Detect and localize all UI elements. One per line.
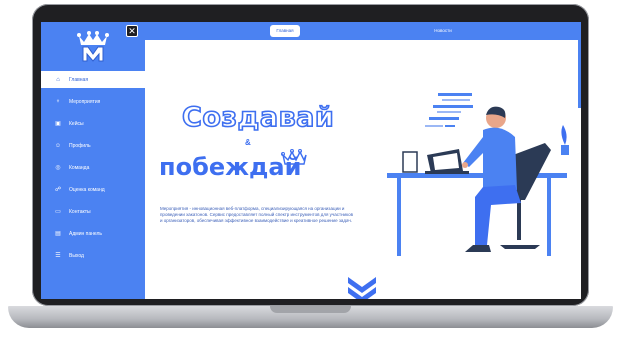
- sidebar-item-label: Кейсы: [69, 120, 84, 127]
- code-lines-decoration: [425, 93, 473, 127]
- trophy-icon: ♆: [55, 98, 61, 105]
- close-icon: ✕: [128, 26, 136, 36]
- sidebar-item-label: Мероприятия: [69, 98, 101, 105]
- sidebar-item-label: Команда: [69, 164, 90, 171]
- briefcase-icon: ▣: [55, 121, 61, 127]
- crown-m-logo[interactable]: [75, 26, 111, 62]
- tab-home[interactable]: Главная: [270, 25, 300, 37]
- developer-at-desk-illustration: [387, 93, 569, 256]
- app-screen: ✕ ⌂ Главная ♆ Мероприятия ▣ Кейсы ☺ Проф…: [41, 22, 581, 299]
- sidebar-item-label: Контакты: [69, 208, 91, 215]
- laptop-base-notch: [270, 306, 351, 313]
- home-icon: ⌂: [56, 76, 60, 83]
- logout-icon: ☰: [55, 253, 61, 259]
- sidebar-item-contacts[interactable]: ▭ Контакты: [41, 203, 145, 220]
- sidebar-item-admin[interactable]: ▤ Админ панель: [41, 225, 145, 242]
- sidebar-item-label: Выход: [69, 252, 84, 259]
- sidebar: ✕ ⌂ Главная ♆ Мероприятия ▣ Кейсы ☺ Проф…: [41, 22, 145, 299]
- sidebar-item-events[interactable]: ♆ Мероприятия: [41, 93, 145, 110]
- top-nav: Главная Новости: [145, 22, 581, 40]
- tab-news[interactable]: Новости: [427, 25, 459, 37]
- page-scrollbar[interactable]: [578, 40, 581, 108]
- user-icon: ☺: [54, 142, 62, 149]
- sidebar-item-logout[interactable]: ☰ Выход: [41, 247, 145, 264]
- team-icon: ◎: [55, 165, 61, 171]
- hero-description: Мероприятия - инновационная веб-платформ…: [160, 206, 353, 223]
- close-sidebar-button[interactable]: ✕: [126, 25, 138, 37]
- sidebar-item-label: Главная: [69, 76, 89, 83]
- admin-icon: ▤: [55, 231, 61, 237]
- sidebar-nav: ⌂ Главная ♆ Мероприятия ▣ Кейсы ☺ Профил…: [41, 71, 145, 269]
- sidebar-item-label: Оценка команд: [69, 186, 105, 193]
- double-chevron-down-icon[interactable]: [346, 275, 378, 299]
- sidebar-item-home[interactable]: ⌂ Главная: [41, 71, 145, 88]
- hero-title-ampersand: &: [245, 138, 251, 147]
- sidebar-item-team-rating[interactable]: ☍ Оценка команд: [41, 181, 145, 198]
- sidebar-item-team[interactable]: ◎ Команда: [41, 159, 145, 176]
- sidebar-item-cases[interactable]: ▣ Кейсы: [41, 115, 145, 132]
- sidebar-item-label: Профиль: [69, 142, 91, 149]
- hero-title-line1: Создавай: [181, 101, 335, 134]
- sidebar-item-profile[interactable]: ☺ Профиль: [41, 137, 145, 154]
- sidebar-item-label: Админ панель: [69, 230, 103, 237]
- rating-icon: ☍: [54, 187, 62, 193]
- crown-doodle-icon: [281, 149, 307, 165]
- contacts-icon: ▭: [55, 209, 61, 215]
- hero-section: Создавай & побеждай Мероприятия - иннова…: [145, 40, 581, 299]
